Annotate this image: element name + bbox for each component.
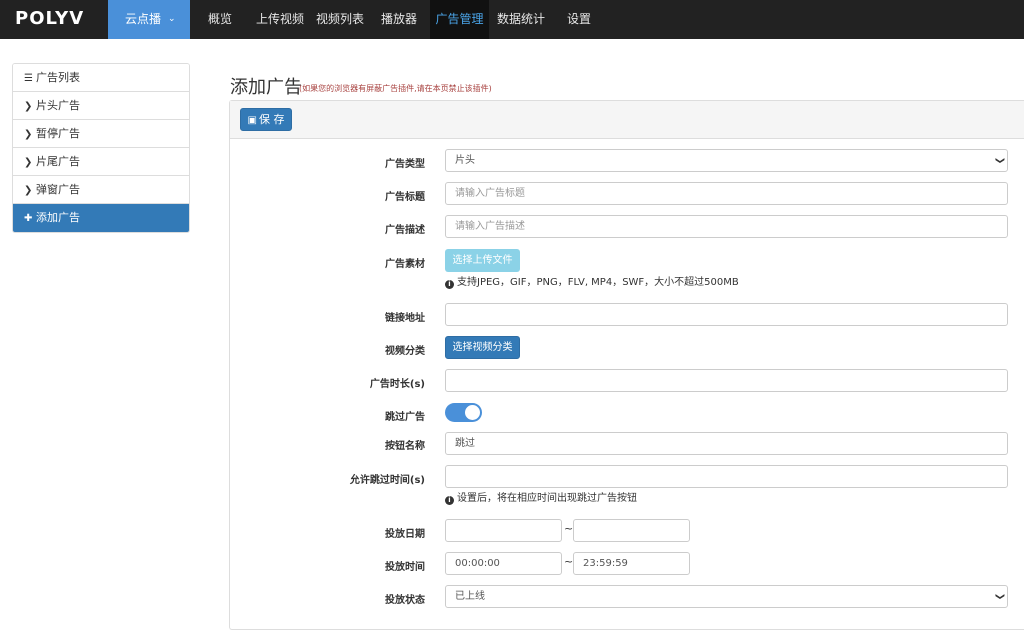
material-help: i 支持JPEG，GIF，PNG，FLV, MP4，SWF，大小不超过500MB (445, 273, 739, 289)
ad-type-select[interactable]: 片头 ❯ (445, 149, 1008, 172)
nav-settings[interactable]: 设置 (560, 0, 598, 39)
sidebar: ☰ 广告列表 ❯ 片头广告 ❯ 暂停广告 ❯ 片尾广告 ❯ 弹窗广告 ✚ 添加广告 (12, 63, 190, 233)
link-input[interactable] (445, 303, 1008, 326)
ad-desc-label: 广告描述 (385, 225, 425, 236)
skip-ad-toggle[interactable] (445, 403, 482, 422)
floppy-disk-icon: ▣ (247, 115, 257, 126)
chevron-right-icon: ❯ (24, 157, 33, 168)
nav-ad-management[interactable]: 广告管理 (430, 0, 489, 39)
end-date-input[interactable] (573, 519, 690, 542)
cloud-vod-dropdown[interactable]: 云点播 ⌄ (108, 0, 190, 39)
chevron-right-icon: ❯ (24, 129, 33, 140)
ad-type-label: 广告类型 (385, 159, 425, 170)
ad-type-value: 片头 (455, 155, 475, 166)
top-navbar: POLYV 云点播 ⌄ 概览 上传视频 视频列表 播放器 广告管理 数据统计 设… (0, 0, 1024, 39)
end-time-input[interactable]: 23:59:59 (573, 552, 690, 575)
sidebar-item-label: 弹窗广告 (36, 183, 80, 196)
sidebar-item-add-ad[interactable]: ✚ 添加广告 (13, 204, 189, 232)
select-category-button[interactable]: 选择视频分类 (445, 336, 520, 359)
nav-upload-video[interactable]: 上传视频 (252, 0, 308, 39)
status-value: 已上线 (455, 591, 485, 602)
save-button[interactable]: ▣ 保 存 (240, 108, 292, 131)
skip-time-input[interactable] (445, 465, 1008, 488)
page-title: 添加广告 (230, 77, 302, 98)
skip-time-help-text: 设置后，将在相应时间出现跳过广告按钮 (457, 493, 637, 504)
button-name-input[interactable]: 跳过 (445, 432, 1008, 455)
sidebar-item-label: 暂停广告 (36, 127, 80, 140)
sidebar-item-label: 片头广告 (36, 99, 80, 112)
nav-overview[interactable]: 概览 (200, 0, 240, 39)
ad-duration-input[interactable] (445, 369, 1008, 392)
link-label: 链接地址 (385, 313, 425, 324)
chevron-down-icon: ⌄ (168, 14, 176, 24)
chevron-down-icon: ❯ (994, 592, 1005, 601)
toggle-knob (465, 405, 480, 420)
ad-desc-input[interactable]: 请输入广告描述 (445, 215, 1008, 238)
skip-ad-label: 跳过广告 (385, 412, 425, 423)
skip-time-label: 允许跳过时间(s) (349, 475, 425, 486)
time-label: 投放时间 (385, 562, 425, 573)
cloud-vod-label: 云点播 (125, 12, 162, 26)
time-separator: ~ (564, 555, 574, 568)
sidebar-item-pause-ad[interactable]: ❯ 暂停广告 (13, 120, 189, 148)
material-help-text: 支持JPEG，GIF，PNG，FLV, MP4，SWF，大小不超过500MB (457, 277, 739, 288)
chevron-down-icon: ❯ (994, 156, 1005, 165)
info-icon: i (445, 280, 454, 289)
ad-title-label: 广告标题 (385, 192, 425, 203)
panel-header: ▣ 保 存 (230, 101, 1024, 139)
button-name-label: 按钮名称 (385, 441, 425, 452)
chevron-right-icon: ❯ (24, 185, 33, 196)
upload-file-button[interactable]: 选择上传文件 (445, 249, 520, 272)
save-button-label: 保 存 (258, 113, 285, 126)
sidebar-item-popup-ad[interactable]: ❯ 弹窗广告 (13, 176, 189, 204)
polyv-logo[interactable]: POLYV (15, 9, 84, 29)
nav-data-stats[interactable]: 数据统计 (493, 0, 549, 39)
sidebar-item-label: 广告列表 (36, 71, 80, 84)
info-icon: i (445, 496, 454, 505)
sidebar-item-label: 添加广告 (36, 211, 80, 224)
status-select[interactable]: 已上线 ❯ (445, 585, 1008, 608)
chevron-right-icon: ❯ (24, 101, 33, 112)
date-label: 投放日期 (385, 529, 425, 540)
sidebar-item-postroll-ad[interactable]: ❯ 片尾广告 (13, 148, 189, 176)
list-icon: ☰ (24, 73, 33, 84)
form-panel: ▣ 保 存 (229, 100, 1024, 630)
nav-player[interactable]: 播放器 (375, 0, 423, 39)
adblock-note: (如果您的浏览器有屏蔽广告插件,请在本页禁止该插件) (299, 84, 492, 93)
sidebar-item-preroll-ad[interactable]: ❯ 片头广告 (13, 92, 189, 120)
nav-video-list[interactable]: 视频列表 (312, 0, 368, 39)
start-time-input[interactable]: 00:00:00 (445, 552, 562, 575)
video-category-label: 视频分类 (385, 346, 425, 357)
sidebar-item-label: 片尾广告 (36, 155, 80, 168)
ad-duration-label: 广告时长(s) (369, 379, 425, 390)
ad-title-input[interactable]: 请输入广告标题 (445, 182, 1008, 205)
date-separator: ~ (564, 522, 574, 535)
ad-material-label: 广告素材 (385, 259, 425, 270)
plus-icon: ✚ (24, 213, 33, 224)
start-date-input[interactable] (445, 519, 562, 542)
sidebar-item-ad-list[interactable]: ☰ 广告列表 (13, 64, 189, 92)
status-label: 投放状态 (385, 595, 425, 606)
skip-time-help: i 设置后，将在相应时间出现跳过广告按钮 (445, 489, 637, 505)
